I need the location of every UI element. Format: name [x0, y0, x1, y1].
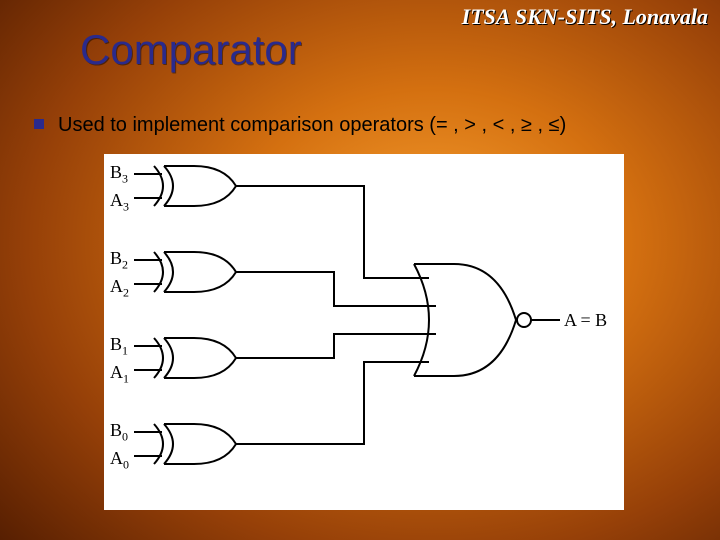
nor-gate [414, 264, 531, 376]
output-label: A = B [564, 310, 607, 331]
xor-gate-2 [154, 338, 236, 378]
input-label-a2: A2 [110, 276, 129, 301]
bullet-square-icon [34, 119, 44, 129]
page-title: Comparator [80, 26, 302, 74]
xor-gate-3 [154, 424, 236, 464]
input-label-b2: B2 [110, 248, 128, 273]
comparator-circuit-diagram: B3 A3 B2 A2 B1 A1 B0 A0 A = B [104, 154, 624, 510]
input-label-b1: B1 [110, 334, 128, 359]
input-label-a0: A0 [110, 448, 129, 473]
input-label-b0: B0 [110, 420, 128, 445]
xor-gate-0 [154, 166, 236, 206]
circuit-svg [104, 154, 624, 510]
xor-gate-1 [154, 252, 236, 292]
institution-header: ITSA SKN-SITS, Lonavala [462, 4, 708, 30]
bullet-text: Used to implement comparison operators (… [58, 112, 566, 138]
input-label-a3: A3 [110, 190, 129, 215]
input-label-b3: B3 [110, 162, 128, 187]
content-body: Used to implement comparison operators (… [34, 112, 696, 138]
bullet-item: Used to implement comparison operators (… [34, 112, 696, 138]
input-label-a1: A1 [110, 362, 129, 387]
